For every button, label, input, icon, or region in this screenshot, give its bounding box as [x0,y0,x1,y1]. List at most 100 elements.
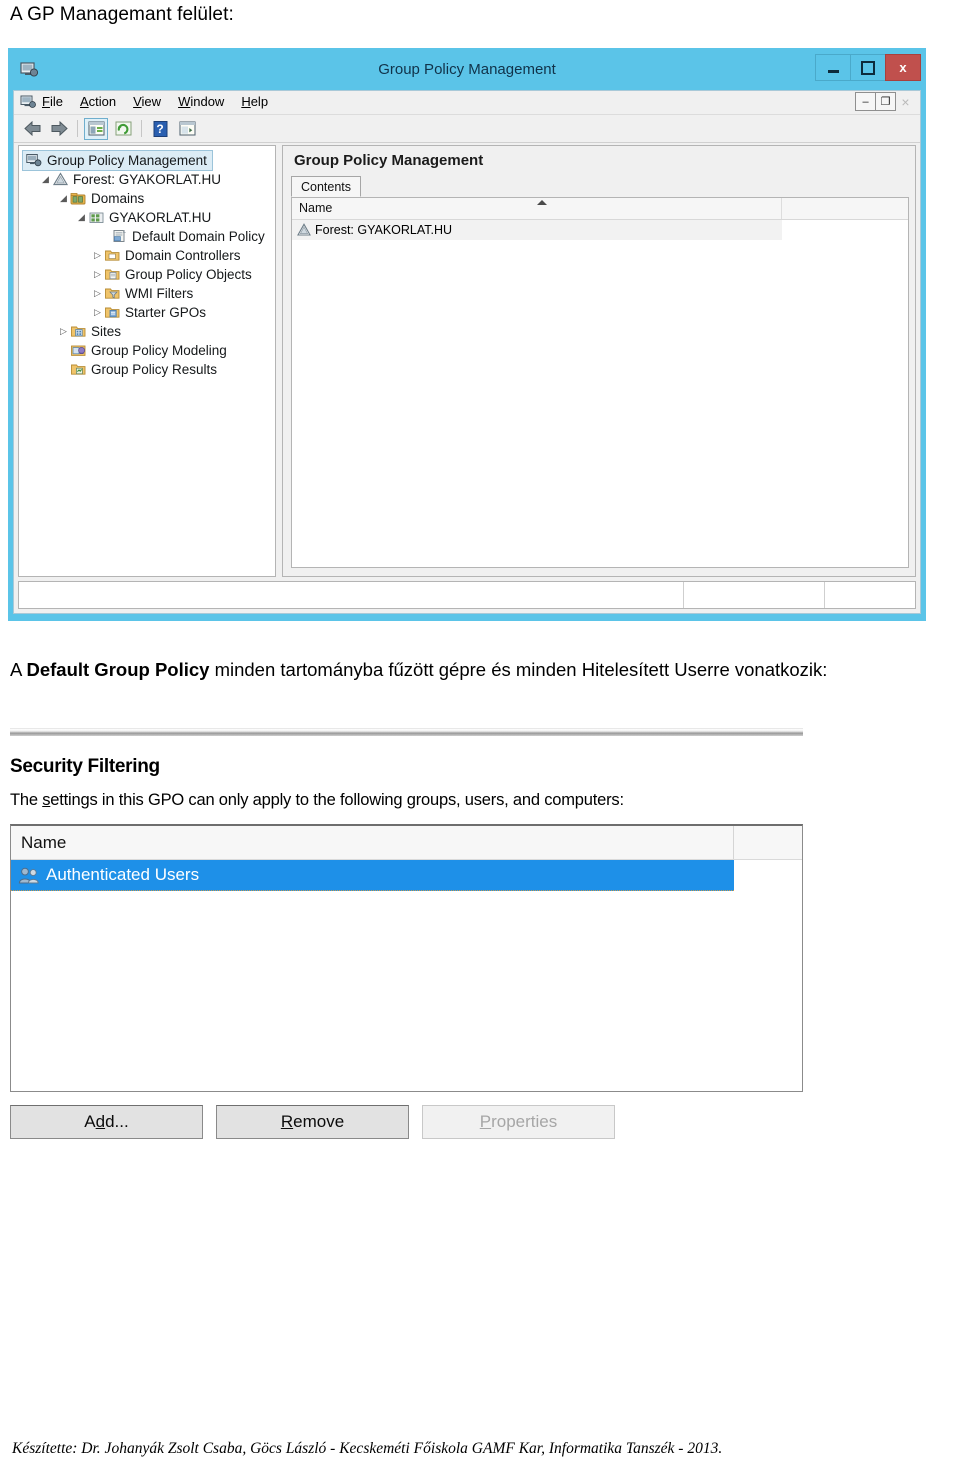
gpo-folder-icon [104,267,121,282]
tree-item-wmi-filters[interactable]: ▷ WMI Filters [19,284,275,303]
tree-item-label: WMI Filters [125,286,194,301]
properties-button-post: roperties [491,1112,558,1131]
menu-item-action[interactable]: Action [80,94,116,109]
menu-item-window[interactable]: Window [178,94,224,109]
menu-item-help[interactable]: Help [241,94,268,109]
expanded-twisty-icon[interactable]: ◢ [75,212,88,223]
forest-icon [52,172,69,187]
toolbar: ? [14,115,920,143]
status-bar-message [19,582,684,608]
collapsed-twisty-icon[interactable]: ▷ [91,307,104,318]
console-tree: Group Policy Management ◢ Forest: GYAKOR… [19,146,275,379]
maximize-button[interactable] [850,54,886,81]
tree-item-label: Group Policy Results [91,362,218,377]
list-item[interactable]: Authenticated Users [11,860,734,891]
minimize-button[interactable] [815,54,851,81]
console-root-icon [26,153,43,168]
refresh-button[interactable] [111,118,135,140]
back-button[interactable] [20,118,44,140]
column-header-name[interactable]: Name [11,826,734,859]
tree-item-group-policy-management[interactable]: Group Policy Management [19,150,275,171]
tab-contents[interactable]: Contents [291,176,362,197]
paragraph-suffix: minden tartományba fűzött gépre és minde… [209,659,828,680]
menu-item-file[interactable]: File [42,94,63,109]
console-icon [20,94,37,110]
collapsed-twisty-icon[interactable]: ▷ [57,326,70,337]
collapsed-twisty-icon[interactable]: ▷ [91,288,104,299]
console-tree-pane[interactable]: Group Policy Management ◢ Forest: GYAKOR… [18,145,276,577]
mdi-minimize-button[interactable]: – [855,92,876,111]
tree-item-label: Default Domain Policy [132,229,265,244]
security-filtering-heading: Security Filtering [10,756,160,777]
security-filtering-buttons: Ad d... Remove Properties [10,1105,803,1139]
starter-gpo-folder-icon [104,305,121,320]
listview-header: Name [292,198,908,220]
column-header-empty[interactable] [782,198,908,219]
help-button[interactable]: ? [148,118,172,140]
tree-item-group-policy-modeling[interactable]: Group Policy Modeling [19,341,275,360]
results-pane: Group Policy Management Contents Name Fo… [282,145,916,577]
users-group-icon [18,866,40,885]
remove-button[interactable]: Remove [216,1105,409,1139]
results-tabstrip: Contents [291,176,909,198]
show-hide-console-tree-button[interactable] [84,117,108,140]
description-pre: The [10,791,43,809]
remove-button-accel: R [280,1112,294,1131]
tree-item-gyakorlat-hu[interactable]: ◢ GYAKORLAT.HU [19,208,275,227]
window-client-area: File Action View Window Help – ❐ × ? Gro… [13,90,921,614]
tree-item-domain-controllers[interactable]: ▷ Domain Controllers [19,246,275,265]
paragraph-prefix: A [10,659,27,680]
paragraph-bold-term: Default Group Policy [26,659,210,680]
toolbar-separator [141,120,142,137]
description-mid: ettings in this GPO can only apply to th… [50,791,394,809]
toolbar-separator [77,120,78,137]
tree-item-root-wrapper[interactable]: Group Policy Management [22,150,213,171]
minimize-icon [827,69,839,73]
tree-item-label: Sites [91,324,122,339]
mdi-restore-button[interactable]: ❐ [875,92,896,111]
tree-item-starter-gpos[interactable]: ▷ Starter GPOs [19,303,275,322]
add-button-accel: d [95,1112,106,1131]
gp-results-icon [70,362,87,377]
tree-item-group-policy-objects[interactable]: ▷ Group Policy Objects [19,265,275,284]
forest-icon [296,223,312,237]
add-button[interactable]: Ad d... [10,1105,203,1139]
expanded-twisty-icon[interactable]: ◢ [57,193,70,204]
add-button-pre: A [84,1112,96,1131]
menu-item-view[interactable]: View [133,94,161,109]
tree-item-label: Forest: GYAKORLAT.HU [73,172,222,187]
tree-item-default-domain-policy[interactable]: Default Domain Policy [19,227,275,246]
tree-item-label: Group Policy Objects [125,267,252,282]
contents-listview[interactable]: Name Forest: GYAKORLAT.HU [291,197,909,568]
tree-item-label: Starter GPOs [125,305,207,320]
column-header-empty[interactable] [734,826,802,859]
gpo-link-icon [111,229,128,244]
tree-item-forest[interactable]: ◢ Forest: GYAKORLAT.HU [19,170,275,189]
tree-item-label: Group Policy Modeling [91,343,227,358]
mdi-window-controls: – ❐ × [855,92,916,111]
collapsed-twisty-icon[interactable]: ▷ [91,269,104,280]
listview-header: Name [11,826,802,860]
maximize-icon [861,60,875,75]
close-button[interactable]: x [885,54,921,81]
column-header-name[interactable]: Name [292,198,782,219]
mdi-close-button[interactable]: × [895,92,916,111]
collapsed-twisty-icon[interactable]: ▷ [91,250,104,261]
domains-icon [70,191,87,206]
page-footer: Készítette: Dr. Johanyák Zsolt Csaba, Gö… [12,1440,723,1457]
tree-item-domains[interactable]: ◢ Domains [19,189,275,208]
window-title: Group Policy Management [378,61,556,78]
window-controls: x [815,54,921,81]
gp-modeling-icon [70,343,87,358]
security-filtering-listview[interactable]: Name Authenticated Users [10,824,803,1092]
expanded-twisty-icon[interactable]: ◢ [39,174,52,185]
tree-item-label: Domain Controllers [125,248,241,263]
tree-item-group-policy-results[interactable]: Group Policy Results [19,360,275,379]
forward-button[interactable] [47,118,71,140]
tree-item-label: Domains [91,191,145,206]
tree-item-sites[interactable]: ▷ Sites [19,322,275,341]
properties-button: Properties [422,1105,615,1139]
table-row[interactable]: Forest: GYAKORLAT.HU [292,220,782,240]
show-action-pane-button[interactable] [175,118,199,140]
page-title: A GP Managemant felület: [10,4,234,25]
